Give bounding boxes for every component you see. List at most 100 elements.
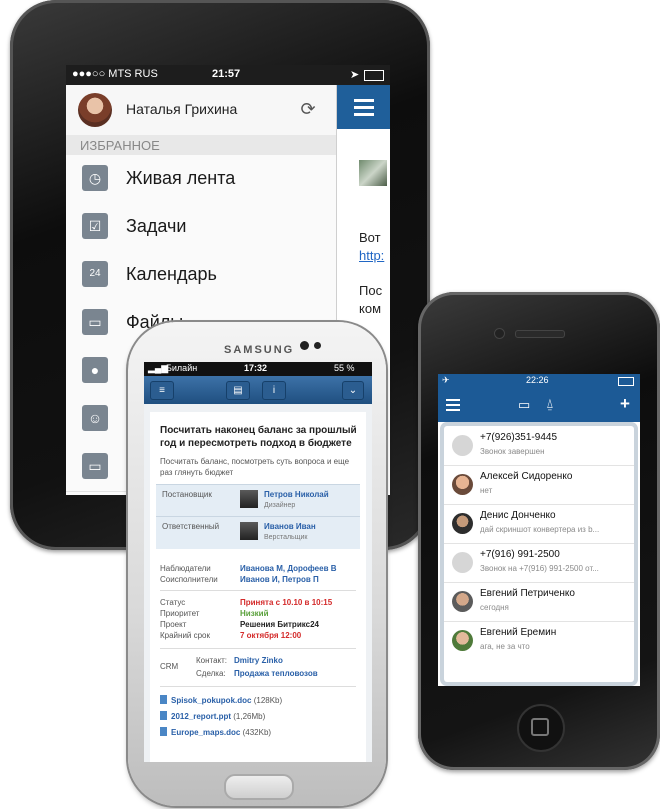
- file-size: (1,26Mb): [233, 712, 266, 721]
- battery-icon: [618, 377, 634, 386]
- sync-icon[interactable]: ⟳: [298, 99, 318, 119]
- deal-value[interactable]: Продажа тепловозов: [234, 669, 318, 678]
- project-label: Проект: [160, 620, 187, 629]
- deal-label: Сделка:: [196, 669, 226, 678]
- section-title: ИЗБРАННОЕ: [80, 138, 160, 153]
- priority-label: Приоритет: [160, 609, 200, 618]
- list-item[interactable]: Денис Донченко дай скриншот конвертера и…: [444, 504, 634, 544]
- toolbar: ▭ ⍙ +: [438, 388, 640, 422]
- post-text: Вот: [359, 230, 381, 245]
- menu-item-label: Календарь: [126, 264, 217, 284]
- list-item[interactable]: +7(926)351-9445 Звонок завершен: [444, 426, 634, 466]
- menu-button[interactable]: [337, 85, 390, 129]
- task-description: Посчитать баланс, посмотреть суть вопрос…: [160, 457, 350, 477]
- hamburger-icon: [354, 99, 374, 102]
- menu-item-label: Задачи: [126, 216, 187, 236]
- file-link[interactable]: Europe_maps.doc (432Kb): [160, 727, 271, 737]
- file-link[interactable]: Spisok_pokupok.doc (128Kb): [160, 695, 282, 705]
- avatar: [240, 490, 258, 508]
- contact-name: +7(926)351-9445: [480, 432, 558, 443]
- menu-item-calendar[interactable]: 24 Календарь: [66, 251, 336, 300]
- project-value: Решения Битрикс24: [240, 620, 319, 629]
- list-item[interactable]: Евгений Петриченко сегодня: [444, 582, 634, 622]
- avatar: [452, 513, 473, 534]
- deadline-value: 7 октября 12:00: [240, 631, 302, 640]
- info-button[interactable]: i: [262, 381, 286, 400]
- deadline-label: Крайний срок: [160, 631, 211, 640]
- task-card: Посчитать наконец баланс за прошлый год …: [150, 412, 366, 762]
- iphone-device: ✈ 22:26 ▭ ⍙ + +7(926)351-9445 Звонок зав…: [418, 292, 660, 770]
- contact-name: Денис Донченко: [480, 510, 556, 521]
- home-button[interactable]: [224, 774, 294, 800]
- avatar: [78, 93, 112, 127]
- file-link[interactable]: 2012_report.ppt (1,26Mb): [160, 711, 265, 721]
- person-name[interactable]: Петров Николай: [264, 490, 329, 499]
- users-icon: ☺: [82, 405, 108, 431]
- responsible-row: Ответственный Иванов Иван Верстальщик: [156, 516, 360, 549]
- contact-name: Евгений Петриченко: [480, 588, 575, 599]
- status-label: Статус: [160, 598, 186, 607]
- list-item[interactable]: +7(916) 991-2500 Звонок на +7(916) 991-2…: [444, 543, 634, 583]
- avatar: [452, 630, 473, 651]
- status-bar: ✈ 22:26: [438, 374, 640, 388]
- post-link[interactable]: http:: [359, 248, 384, 263]
- speaker-grille: [515, 330, 565, 338]
- menu-item-live-feed[interactable]: ◷ Живая лента: [66, 155, 336, 204]
- divider: [160, 686, 356, 687]
- tablet-status-bar: ●●●○○ MTS RUS 21:57 ➤: [66, 65, 390, 85]
- observers-value[interactable]: Иванова М, Дорофеев В: [240, 564, 337, 573]
- contact-subtitle: сегодня: [480, 603, 509, 612]
- menu-item-tasks[interactable]: ☑ Задачи: [66, 203, 336, 252]
- location-icon: ➤: [350, 69, 360, 81]
- creator-row: Постановщик Петров Николай Дизайнер: [156, 484, 360, 517]
- role-label: Постановщик: [162, 490, 212, 499]
- list-item[interactable]: Евгений Еремин ага, не за что: [444, 621, 634, 660]
- toolbar: ≡ ▤ i ⌄: [144, 376, 372, 404]
- chevron-down-icon[interactable]: ⌄: [342, 381, 364, 400]
- coexec-value[interactable]: Иванов И, Петров П: [240, 575, 319, 584]
- avatar: [240, 522, 258, 540]
- observers-label: Наблюдатели: [160, 564, 211, 573]
- menu-button[interactable]: ≡: [150, 381, 174, 400]
- camera-icon: [300, 341, 309, 350]
- avatar: [452, 474, 473, 495]
- clock-icon: ◷: [82, 165, 108, 191]
- divider: [160, 648, 356, 649]
- crm-label: CRM: [160, 662, 179, 671]
- chat-icon[interactable]: ▭: [518, 397, 530, 413]
- contact-subtitle: Звонок завершен: [480, 447, 545, 456]
- avatar: [452, 435, 473, 456]
- iphone-screen: ✈ 22:26 ▭ ⍙ + +7(926)351-9445 Звонок зав…: [438, 374, 640, 686]
- user-header[interactable]: Наталья Грихина ⟳: [66, 85, 336, 136]
- menu-button[interactable]: [446, 398, 462, 412]
- person-name[interactable]: Иванов Иван: [264, 522, 316, 531]
- person-title: Дизайнер: [264, 502, 296, 509]
- camera-icon: [494, 328, 505, 339]
- document-icon: [160, 727, 167, 736]
- chat-icon: ●: [82, 357, 108, 383]
- sensor-icon: [314, 342, 321, 349]
- coexec-label: Соисполнители: [160, 575, 218, 584]
- file-size: (128Kb): [253, 696, 283, 705]
- hamburger-icon: [446, 399, 460, 401]
- contact-value[interactable]: Dmitry Zinko: [234, 656, 283, 665]
- post-text: ком: [359, 301, 382, 316]
- contact-subtitle: Звонок на +7(916) 991-2500 от...: [480, 564, 599, 573]
- calendar-icon: 24: [82, 261, 108, 287]
- comments-button[interactable]: ▤: [226, 381, 250, 400]
- clock-label: 17:32: [244, 363, 268, 373]
- carrier-label: Билайн: [166, 363, 198, 373]
- list-item[interactable]: Алексей Сидоренко нет: [444, 465, 634, 505]
- folder-icon: ▭: [82, 453, 108, 479]
- task-title: Посчитать наконец баланс за прошлый год …: [160, 425, 357, 449]
- battery-label: 55 %: [334, 363, 355, 373]
- menu-item-label: Живая лента: [126, 168, 236, 188]
- add-icon[interactable]: +: [620, 394, 630, 414]
- avatar: [452, 552, 473, 573]
- role-label: Ответственный: [162, 522, 220, 531]
- samsung-screen: ▂▄▆ Билайн 17:32 55 % ≡ ▤ i ⌄ Посчитать …: [144, 362, 372, 762]
- samsung-device: SAMSUNG ▂▄▆ Билайн 17:32 55 % ≡ ▤ i ⌄ По…: [128, 322, 386, 806]
- file-name: 2012_report.ppt: [171, 712, 232, 721]
- bell-icon[interactable]: ⍙: [546, 396, 554, 412]
- airplane-icon: ✈: [442, 375, 450, 385]
